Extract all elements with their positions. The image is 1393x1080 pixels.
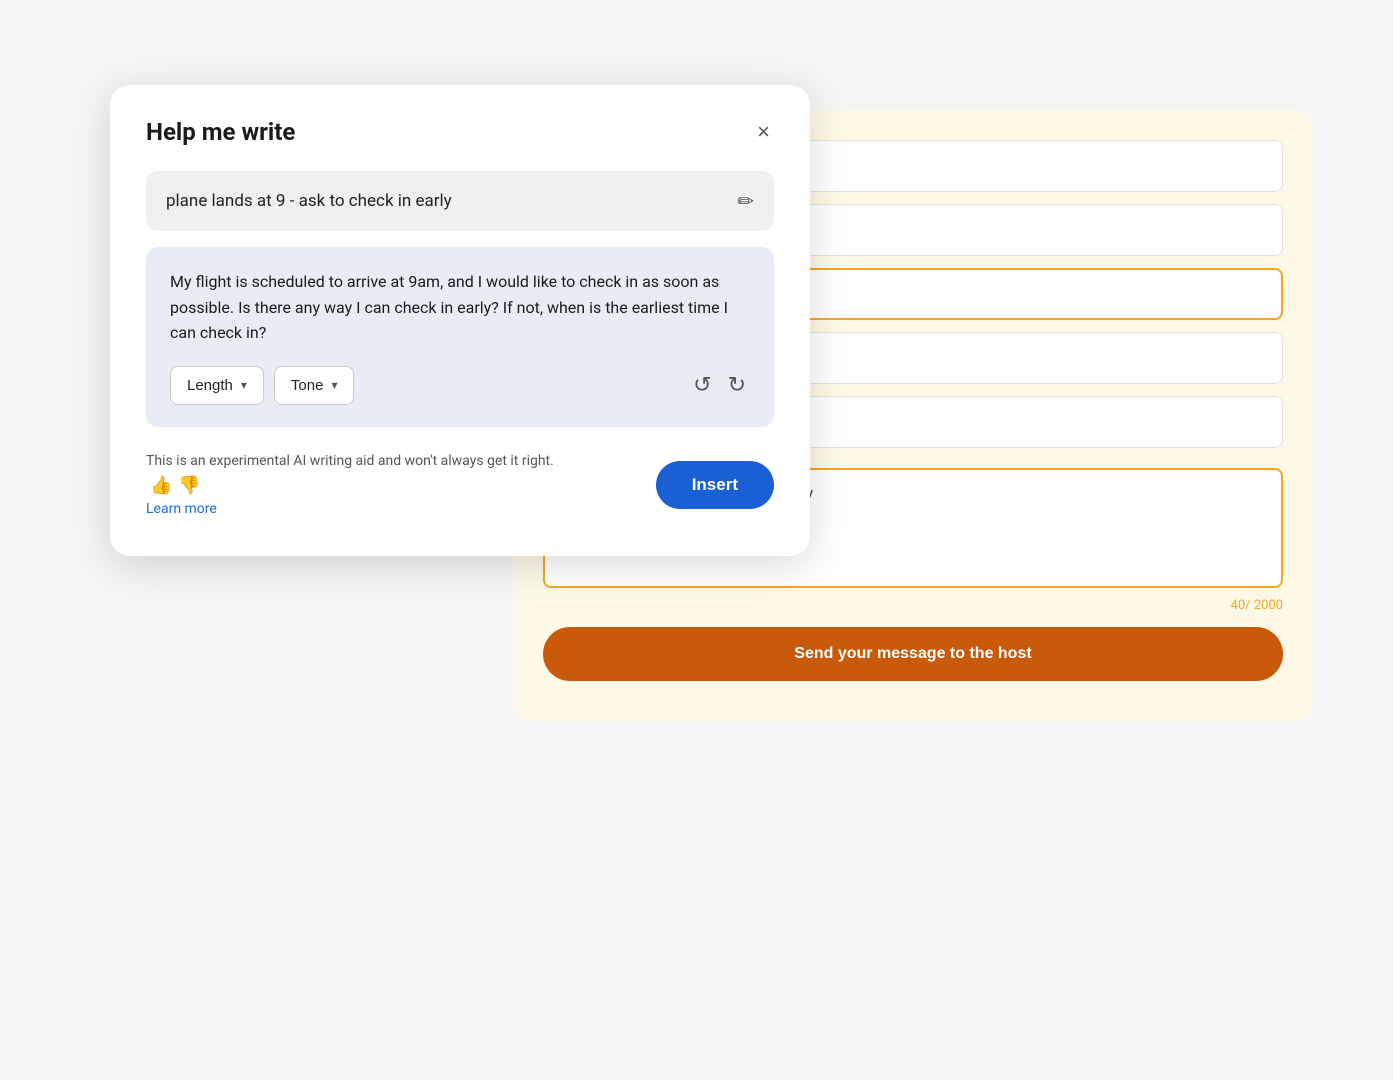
tone-label: Tone [291, 377, 324, 394]
modal-footer: This is an experimental AI writing aid a… [146, 451, 774, 520]
thumbs-up-icon[interactable]: 👍 [150, 472, 172, 499]
modal-title: Help me write [146, 118, 295, 146]
modal-header: Help me write × [146, 117, 774, 147]
controls-row: Length ▾ Tone ▾ ↺ ↻ [170, 366, 750, 405]
help-me-write-modal: Help me write × plane lands at 9 - ask t… [110, 85, 810, 556]
redo-button[interactable]: ↻ [724, 368, 750, 402]
dropdowns: Length ▾ Tone ▾ [170, 366, 354, 405]
modal-container: Help me write × plane lands at 9 - ask t… [110, 85, 810, 556]
thumbs-down-icon[interactable]: 👎 [178, 472, 200, 499]
generated-text: My flight is scheduled to arrive at 9am,… [170, 269, 750, 346]
length-label: Length [187, 377, 233, 394]
char-count: 40/ 2000 [543, 598, 1283, 613]
undo-redo-controls: ↺ ↻ [689, 368, 750, 402]
learn-more-link[interactable]: Learn more [146, 501, 217, 517]
tone-arrow: ▾ [331, 378, 337, 392]
disclaimer: This is an experimental AI writing aid a… [146, 451, 586, 520]
send-button[interactable]: Send your message to the host [543, 627, 1283, 681]
prompt-text: plane lands at 9 - ask to check in early [166, 191, 725, 211]
disclaimer-text: This is an experimental AI writing aid a… [146, 453, 554, 469]
edit-icon[interactable]: ✏ [737, 189, 754, 213]
close-button[interactable]: × [753, 117, 774, 147]
undo-button[interactable]: ↺ [689, 368, 715, 402]
feedback-icons: 👍 👎 [150, 472, 201, 499]
length-dropdown[interactable]: Length ▾ [170, 366, 264, 405]
generated-section: My flight is scheduled to arrive at 9am,… [146, 247, 774, 427]
insert-button[interactable]: Insert [656, 461, 774, 509]
prompt-section: plane lands at 9 - ask to check in early… [146, 171, 774, 231]
length-arrow: ▾ [241, 378, 247, 392]
tone-dropdown[interactable]: Tone ▾ [274, 366, 355, 405]
